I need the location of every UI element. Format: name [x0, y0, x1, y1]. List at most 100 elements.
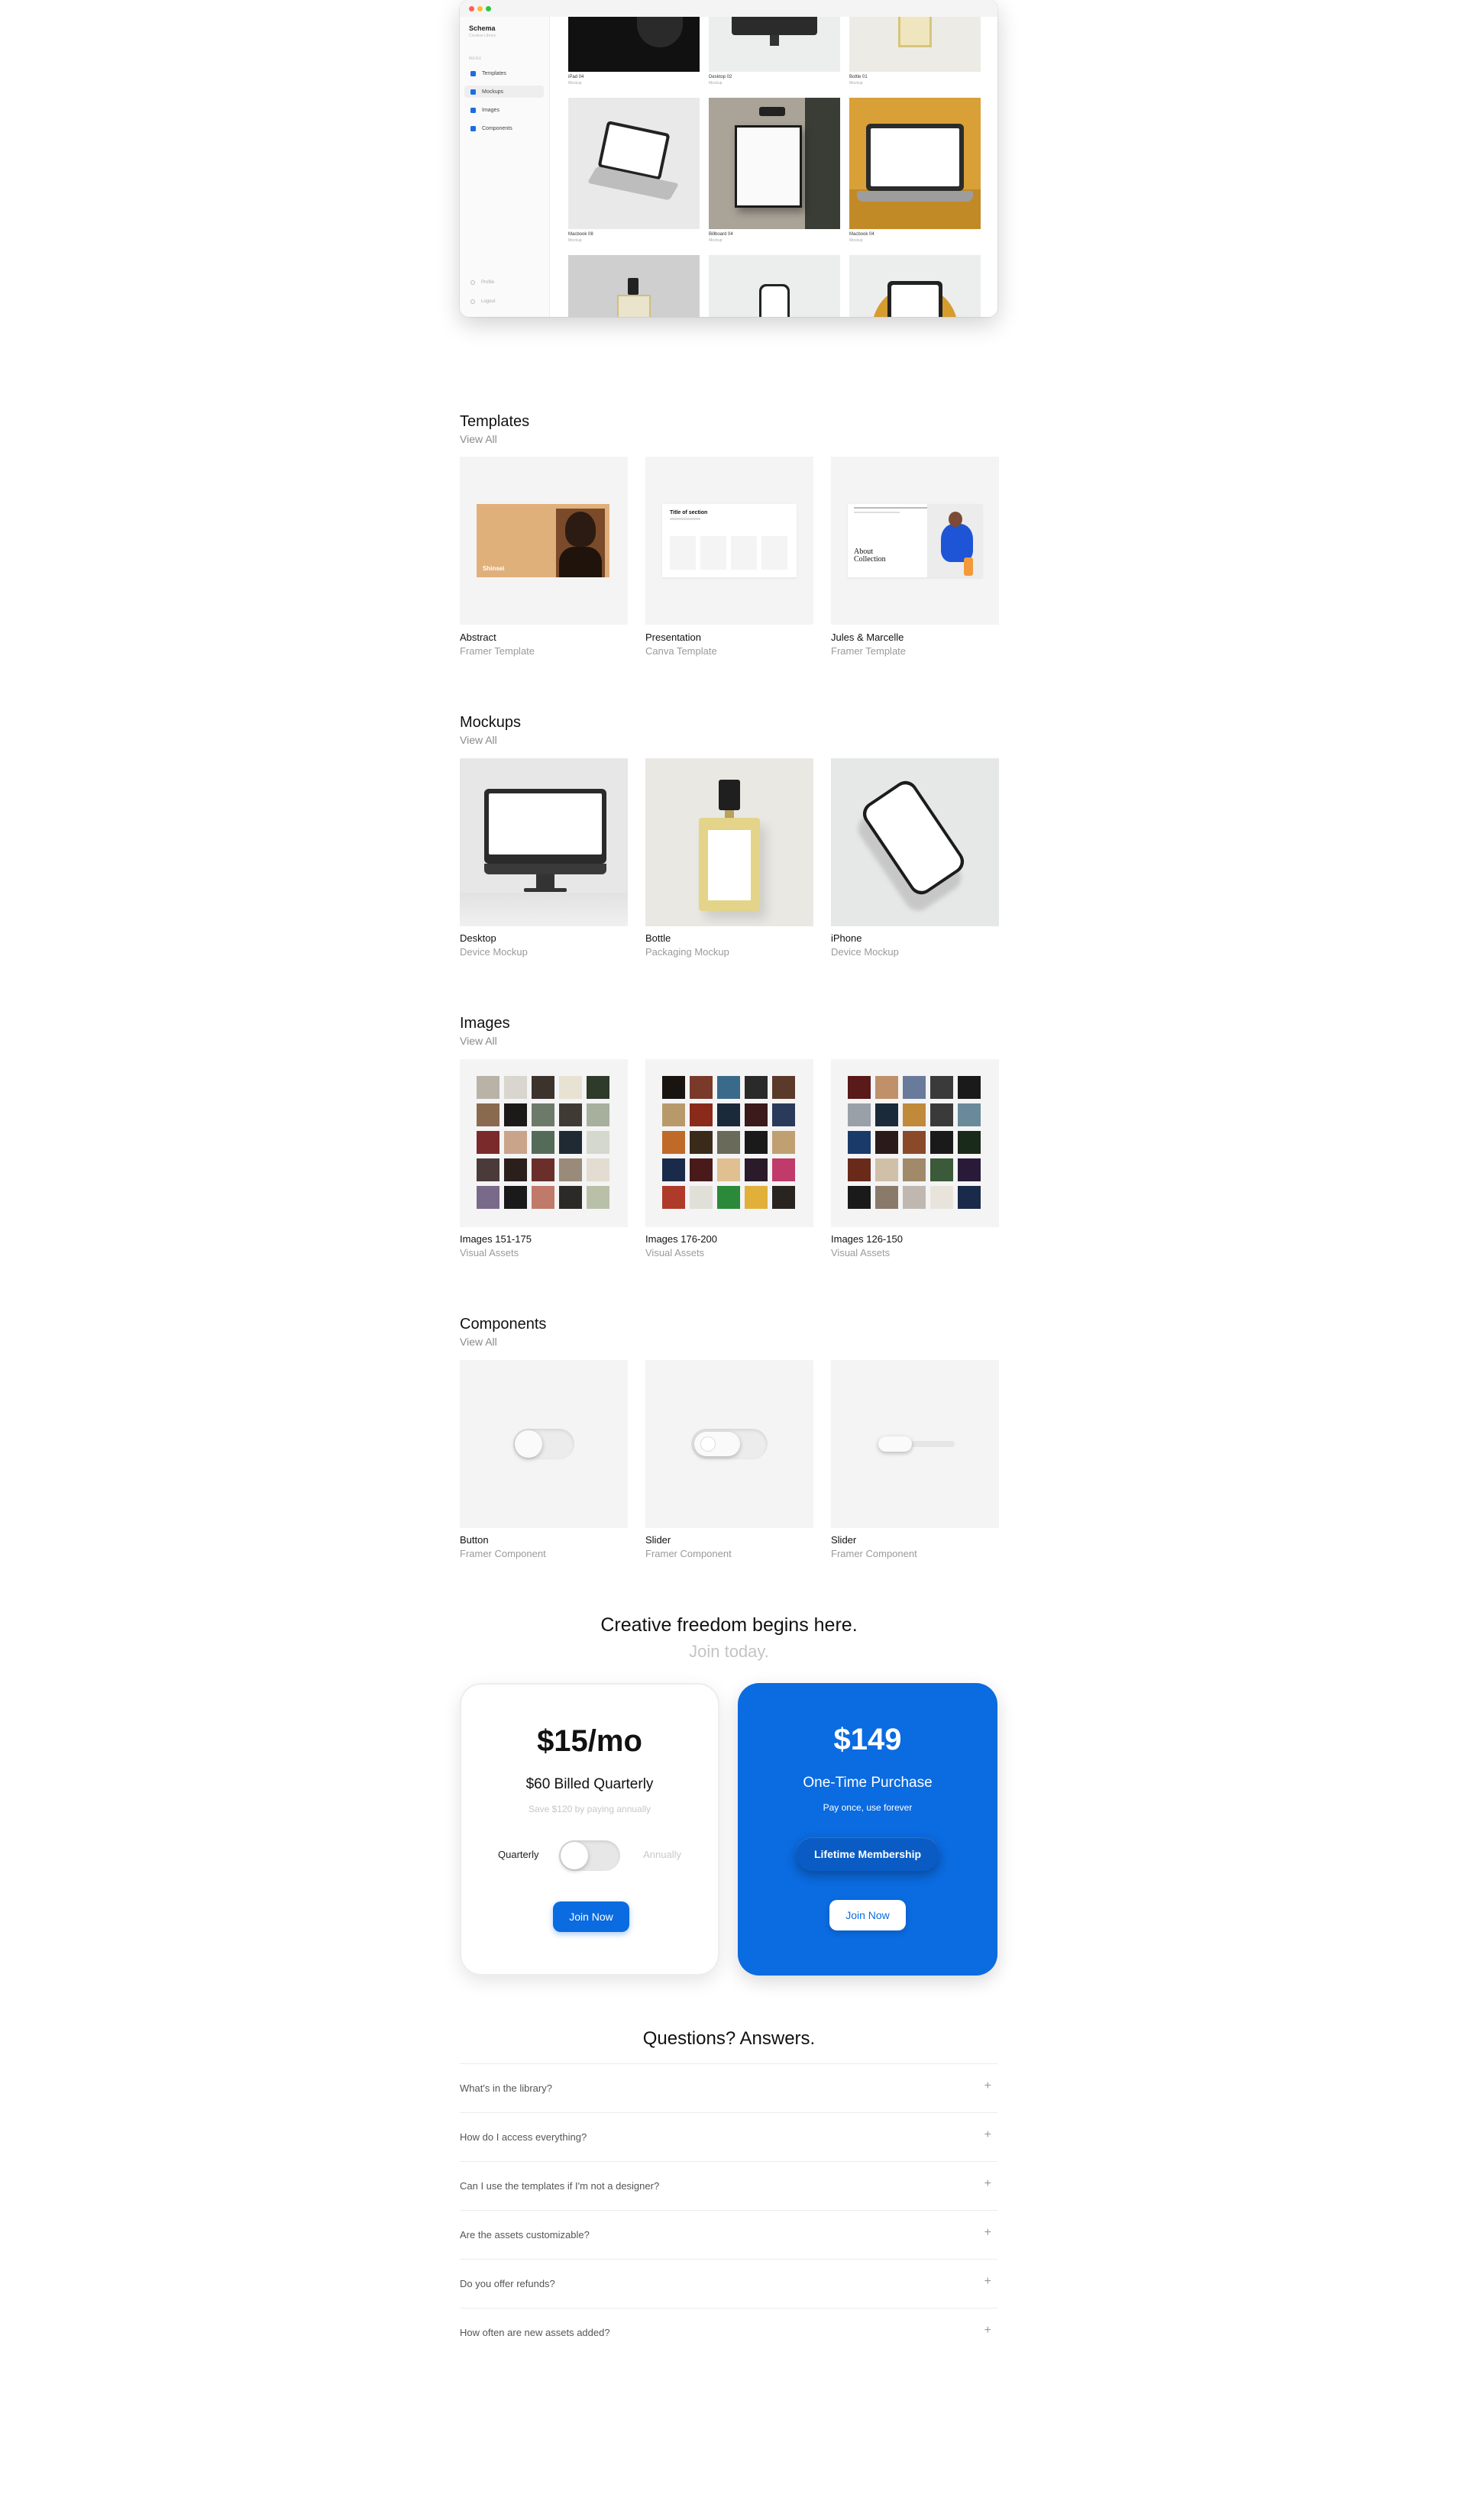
gallery-tile[interactable]: [709, 255, 840, 317]
sidebar-item-templates[interactable]: Templates: [464, 67, 544, 79]
view-all-images-link[interactable]: View All: [460, 1035, 497, 1047]
card-subtitle: Device Mockup: [831, 946, 899, 958]
template-preview: Title of section: [662, 504, 797, 577]
sidebar-item-components[interactable]: Components: [464, 122, 544, 134]
plan-price: $15/mo: [537, 1724, 642, 1758]
image-thumbnail-grid: [662, 1076, 797, 1210]
image-thumbnail: [690, 1158, 713, 1181]
plus-icon[interactable]: +: [984, 2177, 991, 2191]
faq-item[interactable]: Are the assets customizable? +: [460, 2210, 997, 2259]
section-title-mockups: Mockups: [460, 714, 522, 731]
card-title: Jules & Marcelle: [831, 632, 904, 643]
join-now-button[interactable]: Join Now: [553, 1901, 629, 1932]
faq-item[interactable]: How do I access everything? +: [460, 2112, 997, 2161]
card-title: Desktop: [460, 932, 496, 944]
image-thumbnail: [848, 1186, 871, 1209]
gallery-tile[interactable]: [849, 255, 981, 317]
card-subtitle: Device Mockup: [460, 946, 528, 958]
sidebar-item-logout[interactable]: Logout: [470, 299, 495, 304]
card-subtitle: Packaging Mockup: [645, 946, 729, 958]
card-title: Images 176-200: [645, 1233, 717, 1245]
gallery-tile[interactable]: [849, 17, 981, 72]
template-card-abstract[interactable]: Shinsei: [460, 457, 628, 625]
template-card-jules-marcelle[interactable]: About Collection: [831, 457, 999, 625]
image-thumbnail: [903, 1103, 926, 1126]
image-thumbnail: [930, 1103, 953, 1126]
close-window-icon[interactable]: [469, 6, 474, 11]
card-subtitle: Visual Assets: [645, 1247, 705, 1258]
join-now-button[interactable]: Join Now: [829, 1900, 906, 1930]
component-card-slider-2[interactable]: [831, 1360, 999, 1528]
sidebar-item-images[interactable]: Images: [464, 104, 544, 116]
sidebar-item-label: Logout: [481, 299, 496, 304]
card-title: Button: [460, 1534, 489, 1546]
images-card-126-150[interactable]: [831, 1059, 999, 1227]
minimize-window-icon[interactable]: [477, 6, 483, 11]
gallery-tile[interactable]: [709, 17, 840, 72]
plus-icon[interactable]: +: [984, 2275, 991, 2289]
template-card-presentation[interactable]: Title of section: [645, 457, 813, 625]
image-thumbnail: [772, 1186, 795, 1209]
mockup-card-bottle[interactable]: [645, 758, 813, 926]
faq-item[interactable]: Do you offer refunds? +: [460, 2259, 997, 2308]
image-thumbnail: [717, 1103, 740, 1126]
image-thumbnail: [903, 1158, 926, 1181]
image-thumbnail: [662, 1103, 685, 1126]
image-thumbnail: [958, 1186, 981, 1209]
image-thumbnail: [559, 1103, 582, 1126]
faq-item[interactable]: Can I use the templates if I'm not a des…: [460, 2161, 997, 2210]
image-thumbnail: [930, 1131, 953, 1154]
component-card-slider[interactable]: [645, 1360, 813, 1528]
image-thumbnail: [532, 1076, 554, 1099]
pricing-subheadline: Join today.: [689, 1642, 769, 1661]
billing-period-toggle[interactable]: [559, 1840, 620, 1871]
image-thumbnail: [532, 1158, 554, 1181]
images-card-176-200[interactable]: [645, 1059, 813, 1227]
gallery-tile[interactable]: [568, 255, 700, 317]
image-thumbnail: [532, 1103, 554, 1126]
image-thumbnail: [587, 1186, 609, 1209]
plan-note: Save $120 by paying annually: [528, 1804, 651, 1814]
card-title: Slider: [831, 1534, 857, 1546]
faq-item[interactable]: How often are new assets added? +: [460, 2308, 997, 2357]
image-thumbnail: [690, 1186, 713, 1209]
sidebar-item-mockups[interactable]: Mockups: [464, 86, 544, 98]
image-thumbnail: [559, 1158, 582, 1181]
image-thumbnail: [875, 1103, 898, 1126]
images-card-151-175[interactable]: [460, 1059, 628, 1227]
image-thumbnail-grid: [848, 1076, 982, 1210]
image-thumbnail: [477, 1103, 499, 1126]
sidebar-item-profile[interactable]: Profile: [470, 280, 494, 285]
card-subtitle: Framer Template: [460, 645, 535, 657]
card-subtitle: Framer Template: [831, 645, 907, 657]
pricing-card-lifetime: $149 One-Time Purchase Pay once, use for…: [738, 1683, 997, 1976]
view-all-mockups-link[interactable]: View All: [460, 734, 497, 746]
view-all-components-link[interactable]: View All: [460, 1336, 497, 1348]
plus-icon[interactable]: +: [984, 2324, 991, 2337]
gallery-tile[interactable]: [568, 17, 700, 72]
faq-item[interactable]: What's in the library? +: [460, 2063, 997, 2112]
image-thumbnail: [772, 1103, 795, 1126]
image-thumbnail-grid: [477, 1076, 611, 1210]
maximize-window-icon[interactable]: [486, 6, 491, 11]
template-preview-text: About Collection: [854, 548, 886, 564]
mockup-card-desktop[interactable]: [460, 758, 628, 926]
view-all-templates-link[interactable]: View All: [460, 433, 497, 445]
image-thumbnail: [504, 1103, 527, 1126]
plus-icon[interactable]: +: [984, 2226, 991, 2240]
image-thumbnail: [745, 1158, 768, 1181]
gallery-tile[interactable]: [849, 98, 981, 229]
gallery-tile[interactable]: [709, 98, 840, 229]
image-thumbnail: [662, 1158, 685, 1181]
gallery-tile[interactable]: [568, 98, 700, 229]
card-subtitle: Framer Component: [460, 1548, 546, 1559]
mockup-card-iphone[interactable]: [831, 758, 999, 926]
image-thumbnail: [587, 1076, 609, 1099]
image-thumbnail: [717, 1186, 740, 1209]
plus-icon[interactable]: +: [984, 2079, 991, 2093]
image-thumbnail: [903, 1076, 926, 1099]
plus-icon[interactable]: +: [984, 2128, 991, 2142]
gallery-tile-subtitle: Mockup: [709, 81, 723, 86]
component-card-button[interactable]: [460, 1360, 628, 1528]
sidebar-item-label: Components: [482, 125, 512, 131]
